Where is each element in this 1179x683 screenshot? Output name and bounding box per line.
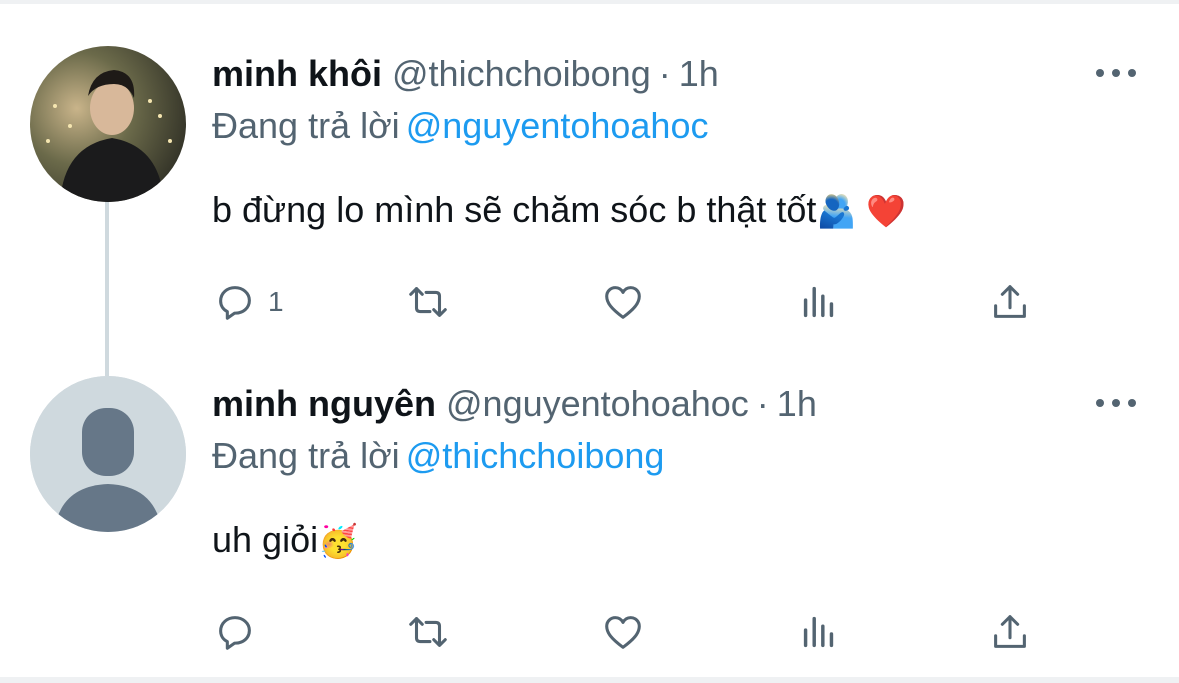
replying-to: Đang trả lời @thichchoibong [212,434,664,478]
more-options-icon[interactable] [1096,66,1136,80]
user-handle[interactable]: @nguyentohoahoc [446,383,749,424]
retweet-button[interactable] [405,608,451,656]
avatar-photo [30,46,186,202]
tweet-header: minh nguyên @nguyentohoahoc · 1h [212,382,817,426]
retweet-arrows-icon [409,617,447,647]
reply-mention-link[interactable]: @nguyentohoahoc [406,105,709,146]
heart-outline-icon [605,616,641,649]
hug-emoji: 🫂 [816,192,857,230]
reply-count: 1 [268,286,284,317]
timestamp[interactable]: 1h [777,383,817,424]
reply-button[interactable] [212,608,268,656]
avatar[interactable] [30,46,186,202]
speech-bubble-icon [219,286,251,320]
display-name[interactable]: minh nguyên [212,383,436,424]
tweet-text-content: uh giỏi [212,519,319,560]
reply-mention-link[interactable]: @thichchoibong [406,435,665,476]
replying-to-label: Đang trả lời [212,435,400,476]
speech-bubble-icon [219,616,251,650]
share-button[interactable] [987,278,1033,326]
upload-arrow-icon [994,285,1026,318]
tweet-text: b đừng lo mình sẽ chăm sóc b thật tốt🫂 ❤… [212,188,906,233]
tweet-text-content: b đừng lo mình sẽ chăm sóc b thật tốt [212,189,817,230]
separator-dot: · [756,383,769,424]
views-button[interactable] [796,278,842,326]
more-options-icon[interactable] [1096,396,1136,410]
separator-dot: · [658,53,671,94]
tweet-actions: 1 [212,278,1072,326]
tweet-header: minh khôi @thichchoibong · 1h [212,52,719,96]
retweet-button[interactable] [405,278,451,326]
display-name[interactable]: minh khôi [212,53,382,94]
reply-button[interactable]: 1 [212,278,284,326]
heart-outline-icon [605,286,641,319]
replying-to: Đang trả lời @nguyentohoahoc [212,104,708,148]
tweet-item[interactable]: minh khôi @thichchoibong · 1h Đang trả lời @… [0,0,1179,350]
default-avatar-icon [30,376,186,532]
avatar[interactable] [30,376,186,532]
share-button[interactable] [987,608,1033,656]
views-button[interactable] [796,608,842,656]
retweet-arrows-icon [409,287,447,317]
user-handle[interactable]: @thichchoibong [392,53,651,94]
heart-emoji: ❤️ [866,192,907,230]
like-button[interactable] [600,278,646,326]
timestamp[interactable]: 1h [679,53,719,94]
like-button[interactable] [600,608,646,656]
bar-chart-icon [803,286,834,318]
tweet-item[interactable]: minh nguyên @nguyentohoahoc · 1h Đang trả l… [0,330,1179,677]
replying-to-label: Đang trả lời [212,105,400,146]
upload-arrow-icon [994,615,1026,648]
tweet-text: uh giỏi🥳 [212,518,358,563]
bar-chart-icon [803,616,834,648]
bottom-divider [0,677,1179,683]
party-face-emoji: 🥳 [318,522,358,560]
tweet-actions [212,608,1072,656]
